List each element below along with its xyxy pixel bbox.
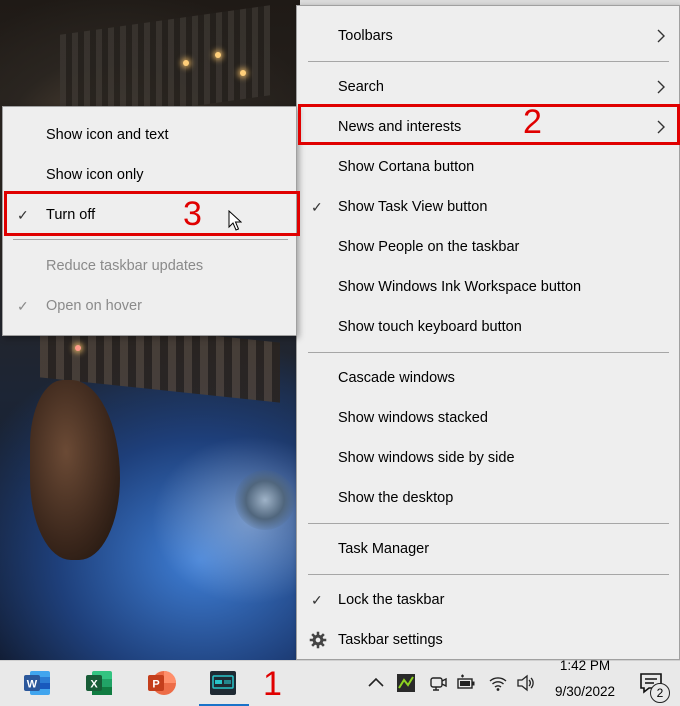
svg-text:P: P xyxy=(152,679,159,691)
checkmark-icon: ✓ xyxy=(311,199,323,215)
menu-separator xyxy=(308,523,669,524)
step-number-1: 1 xyxy=(263,665,282,703)
menu-item-label: Toolbars xyxy=(338,28,393,44)
word-app-icon[interactable]: W xyxy=(21,667,53,699)
step-number-2: 2 xyxy=(523,103,542,141)
menu-item-label: Show the desktop xyxy=(338,490,454,506)
wallpaper-station-hull xyxy=(30,380,120,560)
notification-count-badge: 2 xyxy=(650,683,670,703)
news-app-icon[interactable] xyxy=(207,667,239,699)
submenu-item-show-icon-and-text[interactable]: Show icon and text xyxy=(3,117,296,153)
wallpaper-light xyxy=(75,345,81,351)
svg-text:W: W xyxy=(27,679,38,691)
highlight-turn-off xyxy=(4,191,300,236)
menu-separator xyxy=(308,61,669,62)
checkmark-icon: ✓ xyxy=(311,592,323,608)
menu-item-label: Show touch keyboard button xyxy=(338,319,522,335)
menu-item-label: Task Manager xyxy=(338,541,430,557)
menu-separator xyxy=(308,352,669,353)
menu-item-label: Open on hover xyxy=(46,298,142,314)
menu-item-label: Lock the taskbar xyxy=(338,592,445,608)
clock-date: 9/30/2022 xyxy=(554,684,616,699)
chevron-up-icon[interactable] xyxy=(366,673,386,693)
wallpaper-light xyxy=(215,52,221,58)
menu-item-show-task-view-button[interactable]: ✓ Show Task View button xyxy=(297,189,679,225)
wallpaper-light xyxy=(240,70,246,76)
menu-item-cascade-windows[interactable]: Cascade windows xyxy=(297,360,679,396)
menu-item-show-the-desktop[interactable]: Show the desktop xyxy=(297,480,679,516)
gear-icon xyxy=(309,631,327,649)
submenu-item-open-on-hover: ✓ Open on hover xyxy=(3,288,296,324)
wallpaper-station-module xyxy=(235,470,295,530)
menu-item-toolbars[interactable]: Toolbars xyxy=(297,18,679,54)
highlight-news-and-interests xyxy=(298,104,680,145)
menu-item-label: Show Cortana button xyxy=(338,159,475,175)
menu-item-show-windows-side-by-side[interactable]: Show windows side by side xyxy=(297,440,679,476)
menu-item-show-people-on-taskbar[interactable]: Show People on the taskbar xyxy=(297,229,679,265)
mouse-cursor-icon xyxy=(228,210,242,231)
menu-item-taskbar-settings[interactable]: Taskbar settings xyxy=(297,622,679,658)
volume-icon[interactable] xyxy=(516,673,536,693)
menu-item-label: Show windows stacked xyxy=(338,410,488,426)
menu-item-show-windows-ink-workspace-button[interactable]: Show Windows Ink Workspace button xyxy=(297,269,679,305)
menu-item-lock-the-taskbar[interactable]: ✓ Lock the taskbar xyxy=(297,582,679,618)
menu-item-show-touch-keyboard-button[interactable]: Show touch keyboard button xyxy=(297,309,679,345)
taskbar[interactable]: W X P 1:42 PM 9/30/2022 2 xyxy=(0,658,680,706)
wifi-icon[interactable] xyxy=(488,673,508,693)
menu-item-task-manager[interactable]: Task Manager xyxy=(297,531,679,567)
menu-separator xyxy=(13,239,288,240)
chevron-right-icon xyxy=(657,29,665,43)
checkmark-icon: ✓ xyxy=(17,298,29,314)
menu-item-search[interactable]: Search xyxy=(297,69,679,105)
powerpoint-app-icon[interactable]: P xyxy=(145,667,177,699)
clock-time: 1:42 PM xyxy=(559,658,611,673)
menu-item-label: Cascade windows xyxy=(338,370,455,386)
menu-separator xyxy=(308,574,669,575)
step-number-3: 3 xyxy=(183,195,202,233)
menu-item-label: Reduce taskbar updates xyxy=(46,258,204,274)
svg-text:X: X xyxy=(90,679,98,691)
menu-item-label: Show Task View button xyxy=(338,199,488,215)
menu-item-label: Show windows side by side xyxy=(338,450,515,466)
menu-item-label: Taskbar settings xyxy=(338,632,443,648)
meet-now-icon[interactable] xyxy=(428,673,448,693)
menu-item-label: Show icon only xyxy=(46,167,144,183)
menu-item-label: Search xyxy=(338,79,384,95)
menu-item-show-cortana-button[interactable]: Show Cortana button xyxy=(297,149,679,185)
menu-item-show-windows-stacked[interactable]: Show windows stacked xyxy=(297,400,679,436)
battery-icon[interactable] xyxy=(456,673,476,693)
excel-app-icon[interactable]: X xyxy=(83,667,115,699)
menu-item-label: Show icon and text xyxy=(46,127,169,143)
menu-item-label: Show People on the taskbar xyxy=(338,239,520,255)
tray-app-icon[interactable] xyxy=(396,673,416,693)
chevron-right-icon xyxy=(657,80,665,94)
menu-item-label: Show Windows Ink Workspace button xyxy=(338,279,582,295)
submenu-item-reduce-taskbar-updates: Reduce taskbar updates xyxy=(3,248,296,284)
wallpaper-light xyxy=(183,60,189,66)
submenu-item-show-icon-only[interactable]: Show icon only xyxy=(3,157,296,193)
